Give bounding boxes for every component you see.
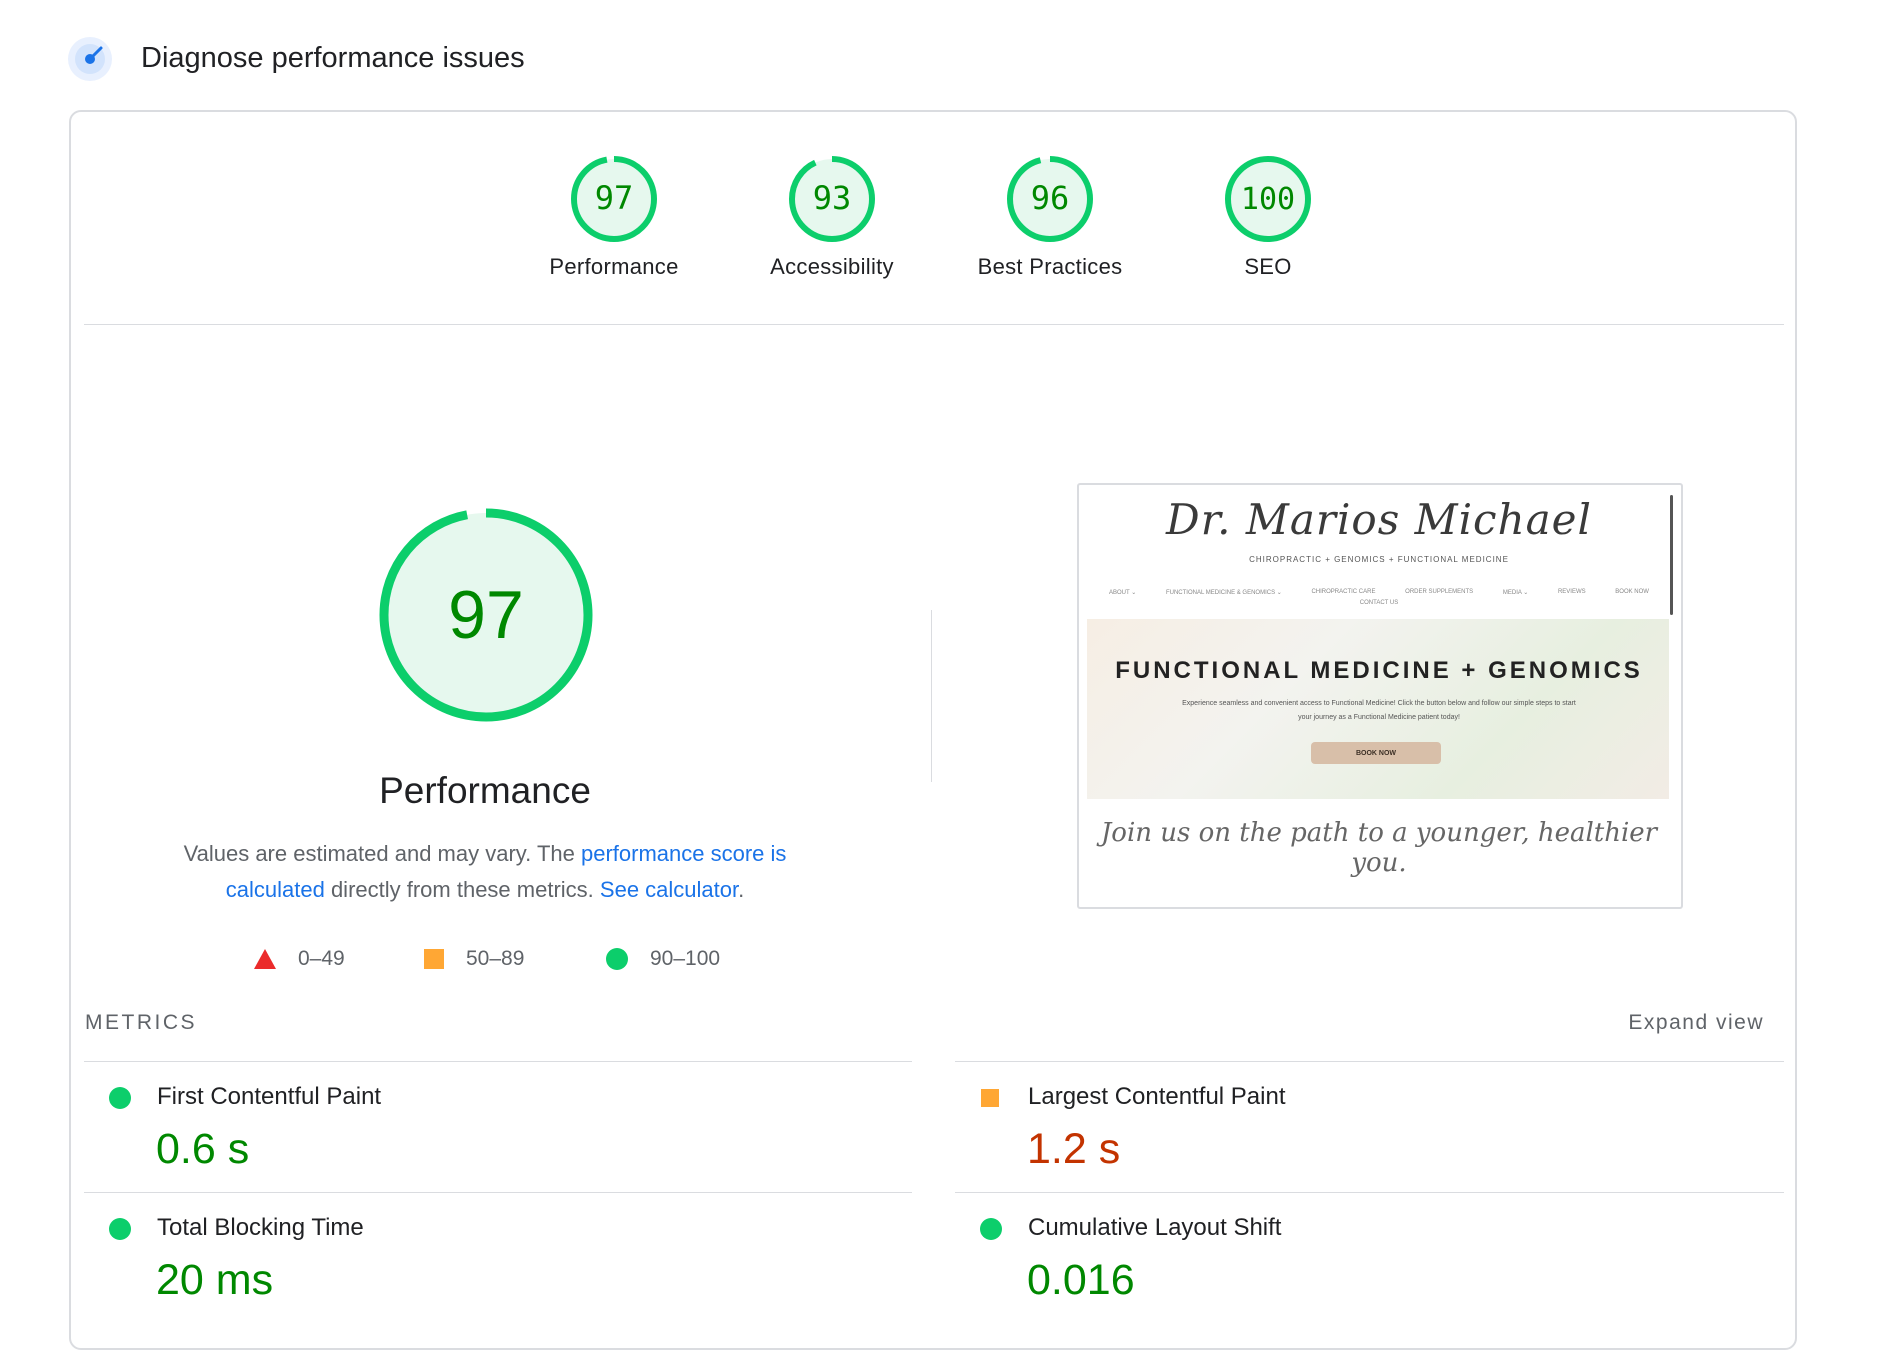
nav-item: MEDIA ⌄ [1502, 590, 1529, 596]
category-gauge-performance[interactable]: 97 Performance [524, 154, 704, 280]
metric-name: Total Blocking Time [157, 1214, 364, 1241]
nav-item: REVIEWS [1557, 589, 1586, 595]
performance-gauge: 97 [377, 506, 595, 724]
metric-value: 0.016 [1027, 1256, 1135, 1304]
gauge-ring: 93 [789, 156, 875, 242]
divider [84, 1061, 912, 1062]
nav-item: CONTACT US [1359, 600, 1399, 606]
pass-indicator-icon [109, 1087, 131, 1109]
metric-value: 0.6 s [156, 1125, 250, 1173]
gauge-label: SEO [1244, 254, 1292, 279]
nav-item: CHIROPRACTIC CARE [1311, 589, 1376, 595]
performance-score: 97 [448, 577, 524, 653]
gauge-ring: 97 [571, 156, 657, 242]
performance-title: Performance [379, 770, 591, 811]
divider [955, 1192, 1784, 1193]
see-calculator-link[interactable]: See calculator [600, 877, 738, 902]
legend-average-label: 50–89 [466, 947, 525, 970]
gauge-label: Best Practices [977, 254, 1123, 279]
pass-indicator-icon [980, 1218, 1002, 1240]
divider [955, 1061, 1784, 1062]
page-title: Diagnose performance issues [141, 42, 525, 74]
nav-item: BOOK NOW [1615, 589, 1649, 595]
legend-fail-label: 0–49 [298, 947, 345, 970]
book-now-button: BOOK NOW [1311, 742, 1441, 764]
nav-item: ABOUT ⌄ [1109, 590, 1137, 596]
lighthouse-gauge-icon [68, 37, 112, 81]
gauge-score: 96 [1031, 179, 1070, 217]
gauge-score: 100 [1241, 182, 1295, 217]
site-nav: ABOUT ⌄ FUNCTIONAL MEDICINE & GENOMICS ⌄… [1109, 589, 1649, 596]
legend-average: 50–89 [424, 947, 524, 971]
desc-text: Values are estimated and may vary. The [183, 841, 581, 866]
metric-value: 1.2 s [1027, 1125, 1121, 1173]
category-gauge-best-practices[interactable]: 96 Best Practices [960, 154, 1140, 280]
desc-text: directly from these metrics. [324, 877, 600, 902]
gauge-score: 97 [595, 179, 634, 217]
legend-pass: 90–100 [606, 947, 720, 971]
pass-indicator-icon [109, 1218, 131, 1240]
metrics-header: METRICS [85, 1011, 197, 1034]
site-subtitle: CHIROPRACTIC + GENOMICS + FUNCTIONAL MED… [1249, 555, 1509, 564]
hero-title: FUNCTIONAL MEDICINE + GENOMICS [1115, 657, 1643, 684]
legend-pass-label: 90–100 [650, 947, 721, 970]
gauge-score: 93 [813, 179, 852, 217]
gauge-ring: 100 [1225, 156, 1311, 242]
category-gauge-seo[interactable]: 100 SEO [1178, 154, 1358, 280]
square-icon [424, 949, 444, 969]
divider [84, 1192, 912, 1193]
metric-name: First Contentful Paint [157, 1083, 382, 1110]
hero-text: Experience seamless and convenient acces… [1182, 700, 1576, 721]
legend-fail: 0–49 [254, 947, 345, 971]
divider [84, 324, 1784, 325]
nav-item: ORDER SUPPLEMENTS [1405, 589, 1474, 595]
gauge-label: Accessibility [770, 254, 894, 279]
metric-name: Largest Contentful Paint [1028, 1083, 1286, 1110]
performance-description: Values are estimated and may vary. The p… [160, 836, 810, 908]
site-logo: Dr. Marios Michael [1166, 495, 1592, 544]
expand-view-toggle[interactable]: Expand view [1500, 1011, 1764, 1035]
vertical-divider [931, 610, 932, 782]
category-gauge-accessibility[interactable]: 93 Accessibility [742, 154, 922, 280]
circle-icon [606, 948, 628, 970]
gauge-ring: 96 [1007, 156, 1093, 242]
triangle-icon [254, 949, 276, 969]
site-tagline: Join us on the path to a younger, health… [1100, 818, 1658, 878]
gauge-label: Performance [549, 254, 679, 279]
nav-item: FUNCTIONAL MEDICINE & GENOMICS ⌄ [1165, 590, 1282, 596]
metric-name: Cumulative Layout Shift [1028, 1214, 1282, 1241]
average-indicator-icon [981, 1089, 999, 1107]
desc-text: . [738, 877, 745, 902]
final-screenshot[interactable]: Dr. Marios Michael CHIROPRACTIC + GENOMI… [1077, 483, 1683, 909]
metric-value: 20 ms [156, 1256, 274, 1304]
